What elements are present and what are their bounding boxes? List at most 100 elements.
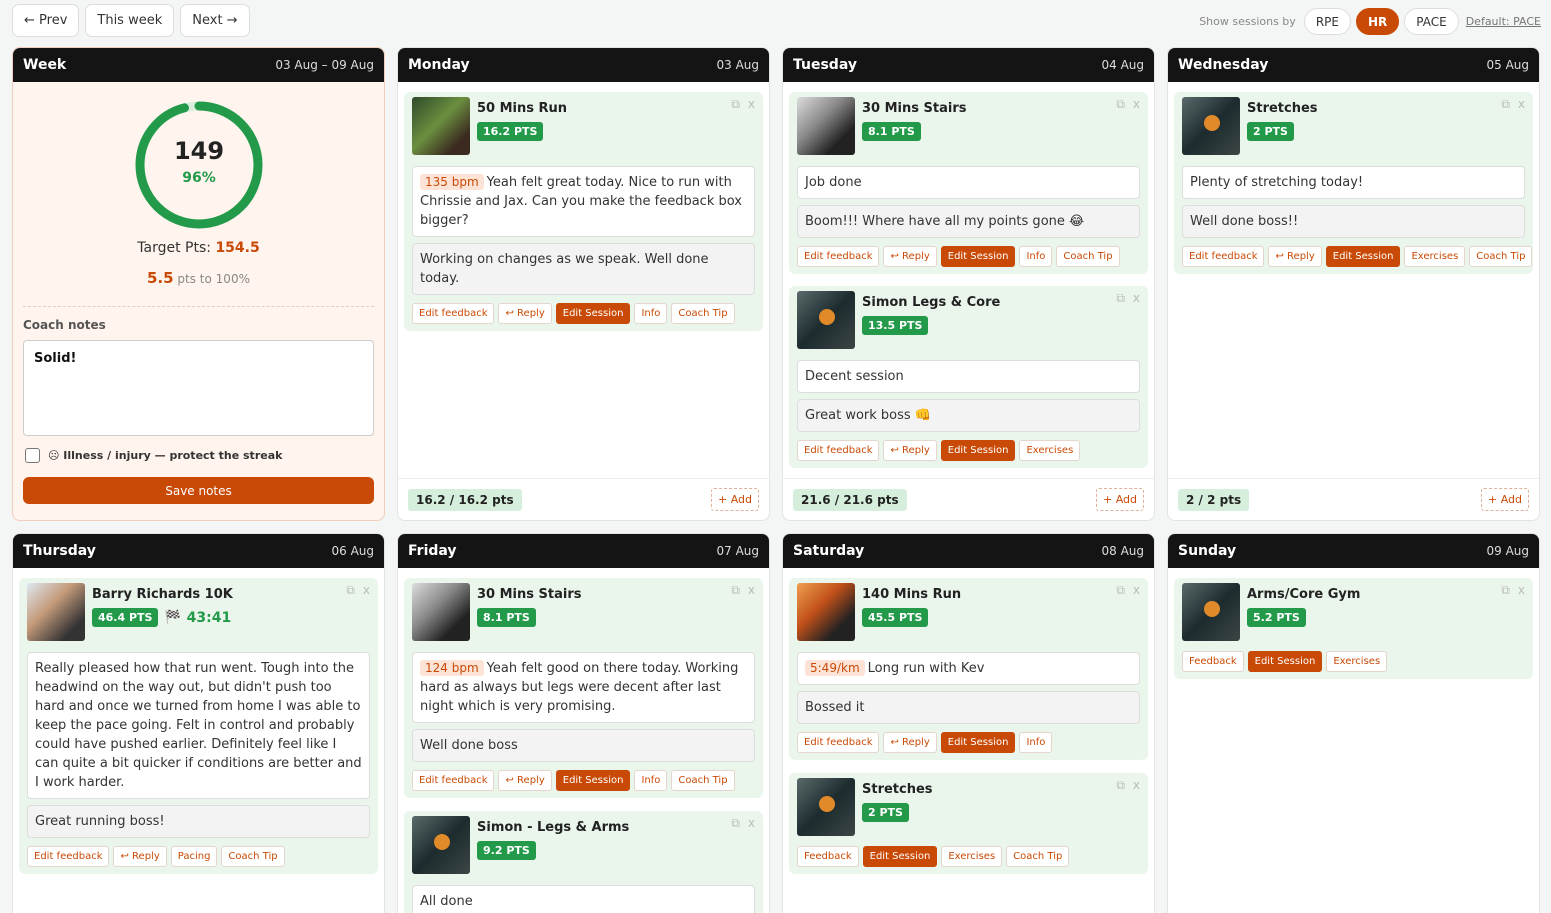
info-button[interactable]: Info [634, 303, 668, 324]
close-icon[interactable]: x [748, 816, 755, 831]
session-name[interactable]: Arms/Core Gym [1247, 587, 1360, 602]
copy-icon[interactable]: ⧉ [1116, 583, 1125, 598]
copy-icon[interactable]: ⧉ [1116, 778, 1125, 793]
session-name[interactable]: 30 Mins Stairs [477, 587, 581, 602]
edit-session-button[interactable]: Edit Session [940, 732, 1016, 753]
week-range: 03 Aug – 09 Aug [275, 58, 374, 72]
pacing-button[interactable]: Pacing [170, 846, 218, 867]
day-footer: 21.6 / 21.6 pts + Add [783, 478, 1154, 520]
edit-feedback-button[interactable]: Edit feedback [797, 440, 880, 461]
edit-session-button[interactable]: Edit Session [1247, 651, 1323, 672]
session-name[interactable]: 140 Mins Run [862, 587, 961, 602]
session-card: Simon - Legs & Arms 9.2 PTS ⧉ x All done [404, 811, 763, 913]
copy-icon[interactable]: ⧉ [1501, 583, 1510, 598]
coach-notes-input[interactable]: Solid! [23, 340, 374, 436]
illness-checkbox[interactable] [25, 448, 40, 463]
copy-icon[interactable]: ⧉ [346, 583, 355, 598]
close-icon[interactable]: x [748, 583, 755, 598]
edit-session-button[interactable]: Edit Session [555, 303, 631, 324]
show-by-rpe[interactable]: RPE [1303, 8, 1351, 35]
feedback-button[interactable]: Feedback [797, 846, 859, 867]
session-thumbnail [797, 583, 855, 641]
reply-button[interactable]: ↩ Reply [113, 846, 167, 867]
this-week-button[interactable]: This week [85, 4, 175, 37]
show-by-pace[interactable]: PACE [1404, 8, 1459, 35]
session-points: 16.2 PTS [477, 122, 544, 141]
edit-session-button[interactable]: Edit Session [555, 770, 631, 791]
show-by-hr[interactable]: HR [1355, 8, 1400, 35]
close-icon[interactable]: x [1133, 583, 1140, 598]
copy-icon[interactable]: ⧉ [731, 816, 740, 831]
coach-tip-button[interactable]: Coach Tip [221, 846, 285, 867]
session-name[interactable]: Stretches [862, 782, 933, 797]
progress-ring-arc [135, 101, 263, 229]
reply-button[interactable]: ↩ Reply [498, 303, 552, 324]
session-name[interactable]: Simon - Legs & Arms [477, 820, 629, 835]
close-icon[interactable]: x [363, 583, 370, 598]
week-summary-panel: Week 03 Aug – 09 Aug 149 96% Target Pts:… [12, 47, 385, 521]
info-button[interactable]: Info [1019, 246, 1053, 267]
edit-session-button[interactable]: Edit Session [1325, 246, 1401, 267]
coach-tip-button[interactable]: Coach Tip [671, 770, 735, 791]
session-actions: Edit feedback ↩ Reply Edit Session Info … [797, 246, 1140, 267]
reply-button[interactable]: ↩ Reply [883, 732, 937, 753]
edit-session-button[interactable]: Edit Session [940, 440, 1016, 461]
copy-icon[interactable]: ⧉ [731, 583, 740, 598]
copy-icon[interactable]: ⧉ [1116, 291, 1125, 306]
close-icon[interactable]: x [1518, 97, 1525, 112]
edit-feedback-button[interactable]: Edit feedback [1182, 246, 1265, 267]
prev-week-button[interactable]: ← Prev [12, 4, 80, 37]
copy-icon[interactable]: ⧉ [1501, 97, 1510, 112]
week-percent: 96% [182, 170, 216, 186]
save-notes-button[interactable]: Save notes [23, 477, 374, 504]
copy-icon[interactable]: ⧉ [731, 97, 740, 112]
reply-button[interactable]: ↩ Reply [883, 440, 937, 461]
edit-feedback-button[interactable]: Edit feedback [797, 732, 880, 753]
coach-tip-button[interactable]: Coach Tip [1469, 246, 1533, 267]
pace-metric: 5:49/km [805, 660, 865, 676]
close-icon[interactable]: x [1133, 97, 1140, 112]
edit-session-button[interactable]: Edit Session [940, 246, 1016, 267]
coach-tip-button[interactable]: Coach Tip [1006, 846, 1070, 867]
edit-feedback-button[interactable]: Edit feedback [797, 246, 880, 267]
close-icon[interactable]: x [1518, 583, 1525, 598]
close-icon[interactable]: x [1133, 778, 1140, 793]
feedback-button[interactable]: Feedback [1182, 651, 1244, 672]
day-name: Sunday [1178, 543, 1237, 559]
exercises-button[interactable]: Exercises [1019, 440, 1081, 461]
session-name[interactable]: Barry Richards 10K [92, 587, 233, 602]
athlete-feedback: 5:49/km Long run with Kev [797, 652, 1140, 685]
coach-tip-button[interactable]: Coach Tip [671, 303, 735, 324]
day-column-wednesday: Wednesday 05 Aug Stretches 2 PTS ⧉ x Plen… [1167, 47, 1540, 521]
reply-button[interactable]: ↩ Reply [498, 770, 552, 791]
day-date: 06 Aug [331, 544, 374, 558]
session-name[interactable]: Stretches [1247, 101, 1318, 116]
close-icon[interactable]: x [748, 97, 755, 112]
session-name[interactable]: 50 Mins Run [477, 101, 567, 116]
coach-tip-button[interactable]: Coach Tip [1056, 246, 1120, 267]
day-total-points: 2 / 2 pts [1178, 488, 1250, 511]
reply-button[interactable]: ↩ Reply [883, 246, 937, 267]
edit-feedback-button[interactable]: Edit feedback [412, 303, 495, 324]
session-name[interactable]: 30 Mins Stairs [862, 101, 966, 116]
exercises-button[interactable]: Exercises [941, 846, 1003, 867]
default-pace-link[interactable]: Default: PACE [1466, 15, 1541, 28]
exercises-button[interactable]: Exercises [1326, 651, 1388, 672]
next-week-button[interactable]: Next → [180, 4, 250, 37]
edit-feedback-button[interactable]: Edit feedback [412, 770, 495, 791]
close-icon[interactable]: x [1133, 291, 1140, 306]
edit-session-button[interactable]: Edit Session [862, 846, 938, 867]
edit-feedback-button[interactable]: Edit feedback [27, 846, 110, 867]
add-session-button[interactable]: + Add [1095, 488, 1144, 511]
session-actions: Feedback Edit Session Exercises [1182, 651, 1525, 672]
info-button[interactable]: Info [1019, 732, 1053, 753]
add-session-button[interactable]: + Add [1480, 488, 1529, 511]
exercises-button[interactable]: Exercises [1404, 246, 1466, 267]
illness-toggle[interactable]: ☹ Illness / injury — protect the streak [25, 448, 282, 463]
info-button[interactable]: Info [634, 770, 668, 791]
add-session-button[interactable]: + Add [710, 488, 759, 511]
copy-icon[interactable]: ⧉ [1116, 97, 1125, 112]
athlete-feedback: All done [412, 885, 755, 913]
session-name[interactable]: Simon Legs & Core [862, 295, 1000, 310]
reply-button[interactable]: ↩ Reply [1268, 246, 1322, 267]
